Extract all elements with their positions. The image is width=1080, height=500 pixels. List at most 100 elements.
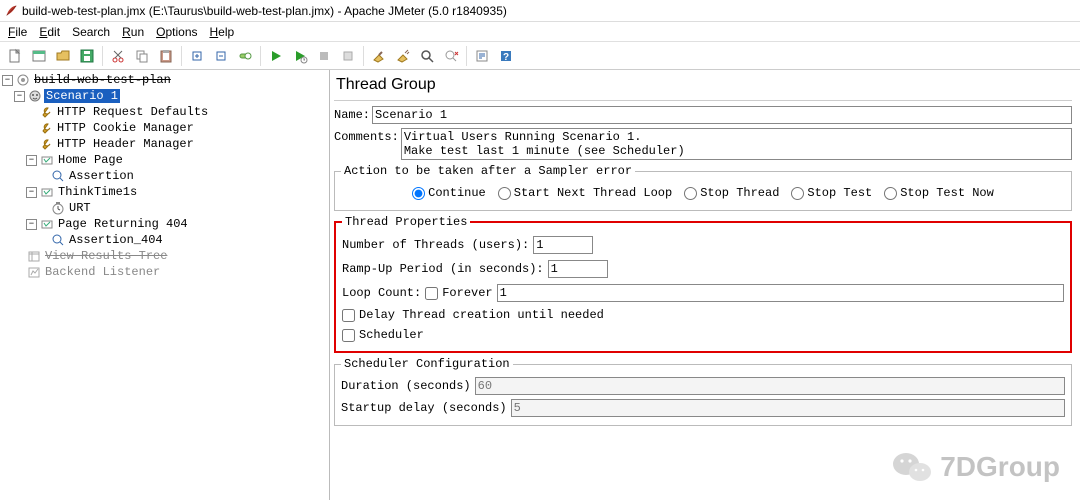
tree-thinktime[interactable]: − ThinkTime1s [2,184,327,200]
rampup-row: Ramp-Up Period (in seconds): [342,257,1064,281]
rampup-label: Ramp-Up Period (in seconds): [342,262,544,276]
thread-properties-group: Thread Properties Number of Threads (use… [334,215,1072,353]
title-bar: build-web-test-plan.jmx (E:\Taurus\build… [0,0,1080,22]
expand-toggle-icon[interactable]: − [26,219,37,230]
tree-page-404[interactable]: − Page Returning 404 [2,216,327,232]
loop-label: Loop Count: [342,286,421,300]
menu-search[interactable]: Search [66,23,116,41]
expand-toggle-icon[interactable]: − [26,155,37,166]
listener-icon [26,249,41,264]
threads-row: Number of Threads (users): [342,233,1064,257]
menu-file[interactable]: File [2,23,33,41]
name-input[interactable] [372,106,1072,124]
tree-urt[interactable]: URT [2,200,327,216]
tree-cookie-manager[interactable]: HTTP Cookie Manager [2,120,327,136]
error-action-group: Action to be taken after a Sampler error… [334,164,1072,211]
scheduler-checkbox[interactable] [342,329,355,342]
menu-edit[interactable]: Edit [33,23,66,41]
radio-stop-test[interactable]: Stop Test [791,186,872,200]
comments-row: Comments: [334,127,1072,161]
delay-row: Delay Thread creation until needed [342,305,1064,325]
tree-header-manager[interactable]: HTTP Header Manager [2,136,327,152]
timer-icon [50,201,65,216]
sampler-icon [39,153,54,168]
threads-label: Number of Threads (users): [342,238,529,252]
tree-http-defaults[interactable]: HTTP Request Defaults [2,104,327,120]
tree-root[interactable]: − build-web-test-plan [2,72,327,88]
sampler-icon [39,217,54,232]
listener-icon [26,265,41,280]
threads-input[interactable] [533,236,593,254]
search-icon[interactable] [416,45,438,67]
tree-assertion[interactable]: Assertion [2,168,327,184]
svg-text:?: ? [503,52,509,63]
shutdown-icon[interactable] [337,45,359,67]
radio-next-loop[interactable]: Start Next Thread Loop [498,186,672,200]
expand-toggle-icon[interactable]: − [26,187,37,198]
tree-assertion-404[interactable]: Assertion_404 [2,232,327,248]
comments-label: Comments: [334,128,399,144]
panel-heading: Thread Group [334,74,1072,101]
comments-input[interactable] [401,128,1072,160]
templates-icon[interactable] [28,45,50,67]
error-action-legend: Action to be taken after a Sampler error [341,164,635,178]
name-row: Name: [334,105,1072,125]
expand-toggle-icon[interactable]: − [14,91,25,102]
menu-bar: File Edit Search Run Options Help [0,22,1080,42]
cut-icon[interactable] [107,45,129,67]
radio-continue[interactable]: Continue [412,186,486,200]
forever-checkbox[interactable] [425,287,438,300]
window-title: build-web-test-plan.jmx (E:\Taurus\build… [22,4,507,18]
radio-stop-now[interactable]: Stop Test Now [884,186,994,200]
toggle-icon[interactable] [234,45,256,67]
stop-icon[interactable] [313,45,335,67]
menu-options[interactable]: Options [150,23,203,41]
scheduler-label: Scheduler [359,328,424,342]
start-icon[interactable] [265,45,287,67]
expand-toggle-icon[interactable]: − [2,75,13,86]
loop-input[interactable] [497,284,1064,302]
test-plan-tree[interactable]: − build-web-test-plan − Scenario 1 HTTP … [0,70,330,500]
menu-help[interactable]: Help [204,23,241,41]
copy-icon[interactable] [131,45,153,67]
collapse-icon[interactable] [210,45,232,67]
open-icon[interactable] [52,45,74,67]
watermark: 7DGroup [892,450,1060,484]
radio-stop-thread[interactable]: Stop Thread [684,186,779,200]
clear-icon[interactable] [368,45,390,67]
reset-search-icon[interactable] [440,45,462,67]
delay-checkbox[interactable] [342,309,355,322]
menu-run[interactable]: Run [116,23,150,41]
rampup-input[interactable] [548,260,608,278]
assertion-icon [50,233,65,248]
sampler-icon [39,185,54,200]
scheduler-row: Scheduler [342,325,1064,345]
tree-backend-listener[interactable]: Backend Listener [2,264,327,280]
startup-delay-input [511,399,1065,417]
threadgroup-icon [27,89,42,104]
paste-icon[interactable] [155,45,177,67]
watermark-text: 7DGroup [940,451,1060,483]
wechat-icon [892,450,932,484]
clear-all-icon[interactable] [392,45,414,67]
tree-home-page[interactable]: − Home Page [2,152,327,168]
name-label: Name: [334,106,370,122]
startup-delay-row: Startup delay (seconds) [341,397,1065,419]
delay-label: Delay Thread creation until needed [359,308,604,322]
help-icon[interactable]: ? [495,45,517,67]
duration-label: Duration (seconds) [341,379,471,393]
start-no-timers-icon[interactable] [289,45,311,67]
tree-view-results[interactable]: View Results Tree [2,248,327,264]
save-icon[interactable] [76,45,98,67]
toolbar: ? [0,42,1080,70]
loop-row: Loop Count: Forever [342,281,1064,305]
app-feather-icon [4,4,18,18]
wrench-icon [38,137,53,152]
new-icon[interactable] [4,45,26,67]
scheduler-config-legend: Scheduler Configuration [341,357,513,371]
function-helper-icon[interactable] [471,45,493,67]
thread-properties-legend: Thread Properties [342,215,470,229]
tree-scenario[interactable]: − Scenario 1 [2,88,327,104]
expand-icon[interactable] [186,45,208,67]
duration-row: Duration (seconds) [341,375,1065,397]
